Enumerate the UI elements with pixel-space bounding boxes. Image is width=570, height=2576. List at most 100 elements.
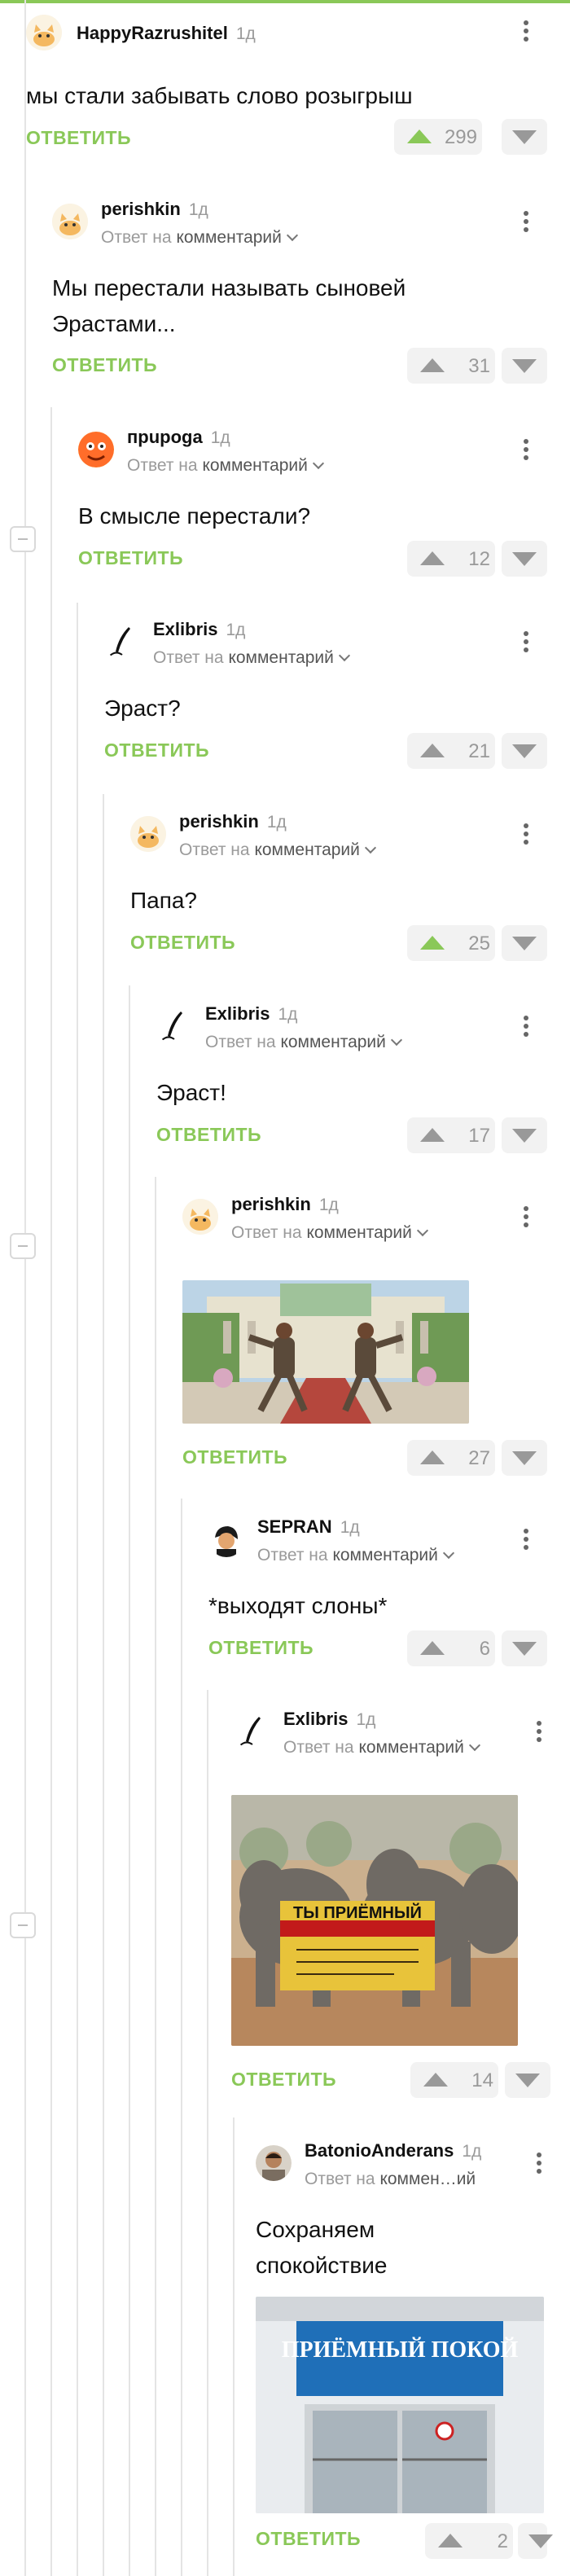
reply-to-link[interactable]: Ответ на комментарий <box>205 1033 402 1052</box>
comment-author[interactable]: perishkin 1д <box>231 1194 339 1215</box>
upvote-button[interactable]: 27 <box>407 1440 495 1476</box>
arrow-up-icon <box>420 1128 445 1142</box>
comment: perishkin 1д Ответ на комментарий Мы пере… <box>52 199 547 391</box>
reply-button[interactable]: ОТВЕТИТЬ <box>231 2069 336 2091</box>
chevron-down-icon <box>338 649 350 662</box>
comment-time: 1д <box>266 813 287 832</box>
more-options-icon[interactable] <box>518 629 534 658</box>
comment-author[interactable]: Exlibris 1д <box>153 619 245 640</box>
downvote-button[interactable] <box>502 925 547 961</box>
reply-button[interactable]: ОТВЕТИТЬ <box>104 739 209 761</box>
thread-line[interactable] <box>103 794 104 2576</box>
collapse-thread-button[interactable] <box>10 526 36 552</box>
reply-to-link[interactable]: Ответ на коммен…ий <box>305 2170 476 2189</box>
reply-to-link[interactable]: Ответ на комментарий <box>127 456 324 476</box>
reply-button[interactable]: ОТВЕТИТЬ <box>182 1446 287 1468</box>
arrow-up-icon <box>420 744 445 757</box>
more-options-icon[interactable] <box>518 821 534 850</box>
upvote-button[interactable]: 31 <box>407 348 495 384</box>
thread-line[interactable] <box>155 1177 156 2576</box>
orange-face-avatar-icon[interactable] <box>78 432 114 467</box>
comment-author[interactable]: прuроga 1д <box>127 427 230 448</box>
collapse-thread-button[interactable] <box>10 1912 36 1938</box>
thread-line[interactable] <box>181 1499 182 2576</box>
more-options-icon[interactable] <box>531 1718 547 1748</box>
dancing-men-photo[interactable] <box>182 1280 469 1424</box>
cat-avatar-icon[interactable] <box>130 816 166 852</box>
reply-button[interactable]: ОТВЕТИТЬ <box>156 1124 261 1146</box>
reply-to-link[interactable]: Ответ на комментарий <box>257 1546 454 1565</box>
upvote-button[interactable]: 6 <box>407 1630 495 1666</box>
portrait-avatar-icon[interactable] <box>256 2145 292 2181</box>
upvote-button[interactable]: 21 <box>407 733 495 769</box>
arrow-up-icon <box>423 2073 448 2087</box>
cat-avatar-icon[interactable] <box>26 15 62 50</box>
upvote-button[interactable]: 17 <box>407 1117 495 1153</box>
cat-avatar-icon[interactable] <box>182 1199 218 1235</box>
thread-line[interactable] <box>207 1690 208 2576</box>
reply-to-link[interactable]: Ответ на комментарий <box>153 648 350 668</box>
comment-author[interactable]: perishkin 1д <box>179 811 287 832</box>
quill-avatar-icon[interactable] <box>235 1714 270 1749</box>
downvote-button[interactable] <box>518 2523 553 2559</box>
quill-avatar-icon[interactable] <box>156 1008 192 1044</box>
downvote-button[interactable] <box>502 541 547 577</box>
downvote-button[interactable] <box>502 119 547 155</box>
comment-author[interactable]: Exlibris 1д <box>205 1003 297 1025</box>
reply-button[interactable]: ОТВЕТИТЬ <box>26 127 131 149</box>
vote-count: 6 <box>479 1638 490 1660</box>
arrow-up-icon <box>420 1450 445 1464</box>
upvote-button[interactable]: 14 <box>410 2062 498 2098</box>
reply-button[interactable]: ОТВЕТИТЬ <box>78 547 183 569</box>
reply-button[interactable]: ОТВЕТИТЬ <box>130 932 235 954</box>
chevron-down-icon <box>442 1547 454 1560</box>
more-options-icon[interactable] <box>518 1526 534 1556</box>
vote-count: 17 <box>468 1125 490 1147</box>
comment-text: Эраст! <box>156 1080 226 1105</box>
downvote-button[interactable] <box>502 733 547 769</box>
downvote-button[interactable] <box>502 1630 547 1666</box>
thread-line[interactable] <box>50 407 52 2576</box>
arrow-up-icon <box>420 551 445 565</box>
thread-line[interactable] <box>24 0 26 2576</box>
more-options-icon[interactable] <box>518 1204 534 1233</box>
chevron-down-icon <box>390 1033 402 1047</box>
comment-author[interactable]: Exlibris 1д <box>283 1709 375 1730</box>
downvote-button[interactable] <box>505 2062 550 2098</box>
thread-line[interactable] <box>233 2117 235 2576</box>
upvote-button[interactable]: 25 <box>407 925 495 961</box>
comment: Exlibris 1д Ответ на комментарий Эраст? О… <box>104 619 547 770</box>
comment-author[interactable]: HappyRazrushitel 1д <box>77 23 256 44</box>
more-options-icon[interactable] <box>518 1013 534 1042</box>
comment-author[interactable]: SEPRAN 1д <box>257 1516 360 1538</box>
thread-line[interactable] <box>77 603 78 2576</box>
reply-button[interactable]: ОТВЕТИТЬ <box>256 2528 361 2550</box>
upvote-button[interactable]: 12 <box>407 541 495 577</box>
comment-author[interactable]: perishkin 1д <box>101 199 208 220</box>
downvote-button[interactable] <box>502 1117 547 1153</box>
reply-button[interactable]: ОТВЕТИТЬ <box>208 1637 314 1659</box>
comment: Exlibris 1д Ответ на комментарий Эраст! О… <box>156 1003 547 1155</box>
upvote-button[interactable]: 2 <box>425 2523 513 2559</box>
elephants-photo[interactable]: ТЫ ПРИЁМНЫЙ <box>231 1795 518 2046</box>
upvote-button[interactable]: 299 <box>394 119 482 155</box>
quill-avatar-icon[interactable] <box>104 624 140 660</box>
collapse-thread-button[interactable] <box>10 1233 36 1259</box>
downvote-button[interactable] <box>502 348 547 384</box>
more-options-icon[interactable] <box>518 208 534 238</box>
comment-time: 1д <box>235 24 256 43</box>
man-avatar-icon[interactable] <box>208 1521 244 1557</box>
reply-to-link[interactable]: Ответ на комментарий <box>231 1223 428 1243</box>
cat-avatar-icon[interactable] <box>52 204 88 239</box>
reply-to-link[interactable]: Ответ на комментарий <box>283 1738 480 1758</box>
reply-to-link[interactable]: Ответ на комментарий <box>101 228 298 248</box>
thread-line[interactable] <box>129 985 130 2576</box>
reply-to-link[interactable]: Ответ на комментарий <box>179 840 376 860</box>
more-options-icon[interactable] <box>518 437 534 466</box>
more-options-icon[interactable] <box>518 18 534 47</box>
reply-button[interactable]: ОТВЕТИТЬ <box>52 354 157 376</box>
comment-author[interactable]: BatonioAnderans 1д <box>305 2140 481 2161</box>
hospital-entrance-photo[interactable]: ПРИЁМНЫЙ ПОКОЙ <box>256 2297 544 2513</box>
more-options-icon[interactable] <box>531 2150 547 2179</box>
downvote-button[interactable] <box>502 1440 547 1476</box>
